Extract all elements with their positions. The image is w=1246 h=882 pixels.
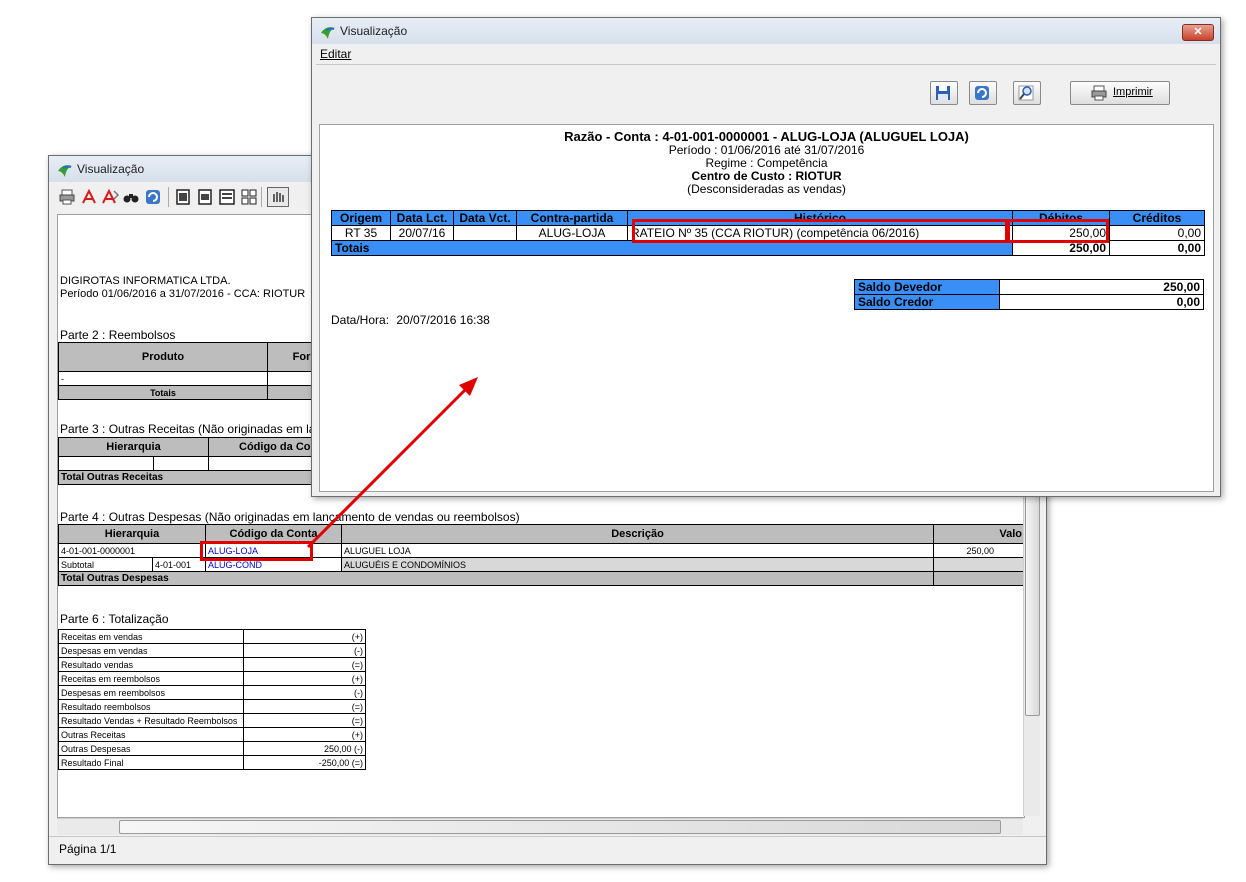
part4-col-descricao: Descrição xyxy=(341,524,935,544)
saldo-table: Saldo Devedor 250,00 Saldo Credor 0,00 xyxy=(854,279,1204,310)
saldo-devedor-value: 250,00 xyxy=(999,279,1204,295)
hand-tool-icon[interactable] xyxy=(267,187,289,207)
two-pages-icon[interactable] xyxy=(219,189,235,205)
highlight-box-debitos xyxy=(1005,219,1109,243)
highlight-box-historico xyxy=(632,219,1010,243)
single-page-icon[interactable] xyxy=(175,189,191,205)
part6-table: Receitas em vendas (+) Despesas em vendas… xyxy=(58,629,366,770)
datetime-value: 20/07/2016 16:38 xyxy=(396,313,490,327)
saldo-credor-value: 0,00 xyxy=(999,294,1204,310)
horizontal-scrollbar[interactable] xyxy=(57,818,1023,835)
back-window-title: Visualização xyxy=(77,162,145,176)
pdf-export-icon[interactable] xyxy=(101,189,119,205)
app-logo-icon xyxy=(58,165,72,177)
close-button[interactable]: ✕ xyxy=(1182,24,1214,41)
save-icon xyxy=(936,86,950,100)
part3-col-hierarquia: Hierarquia xyxy=(58,437,209,457)
company-name: DIGIROTAS INFORMATICA LTDA. xyxy=(60,275,231,287)
part4-col-valor: Valo xyxy=(933,524,1024,544)
print-button[interactable]: Imprimir xyxy=(1070,81,1170,105)
magnifier-icon xyxy=(1018,85,1034,101)
refresh-icon[interactable] xyxy=(145,189,161,205)
front-preview-window: Visualização ✕ Editar Imprimir Razão - C… xyxy=(311,17,1221,497)
front-window-title: Visualização xyxy=(340,24,408,38)
page-status: Página 1/1 xyxy=(59,842,117,856)
part2-totals: Totais xyxy=(58,385,268,400)
front-title-bar: Visualização ✕ xyxy=(312,18,1220,44)
report-cost-center: Centro de Custo : RIOTUR xyxy=(691,169,842,183)
multi-page-icon[interactable] xyxy=(241,189,257,205)
print-label: Imprimir xyxy=(1113,86,1153,98)
saldo-devedor-label: Saldo Devedor xyxy=(854,279,1000,295)
part4-col-hierarquia: Hierarquia xyxy=(58,524,207,544)
print-icon[interactable] xyxy=(59,189,75,205)
part4-title: Parte 4 : Outras Despesas (Não originada… xyxy=(60,510,520,524)
page-width-icon[interactable] xyxy=(197,189,213,205)
datetime-label: Data/Hora: xyxy=(331,313,390,327)
save-button[interactable] xyxy=(930,81,958,105)
printer-icon xyxy=(1091,85,1107,101)
app-logo-icon xyxy=(321,27,335,39)
report-account-title: Razão - Conta : 4-01-001-0000001 - ALUG-… xyxy=(564,129,969,144)
report-note: (Desconsideradas as vendas) xyxy=(687,182,846,196)
pdf-icon[interactable] xyxy=(81,189,97,205)
part3-title: Parte 3 : Outras Receitas (Não originada… xyxy=(60,422,316,436)
part6-title: Parte 6 : Totalização xyxy=(60,612,169,626)
datetime-line: Data/Hora: 20/07/2016 16:38 xyxy=(331,313,490,327)
col-contra-partida: Contra-partida xyxy=(516,210,628,226)
close-icon: ✕ xyxy=(1193,26,1203,38)
col-data-vct: Data Vct. xyxy=(453,210,517,226)
report-regime: Regime : Competência xyxy=(705,156,828,170)
find-icon[interactable] xyxy=(123,189,139,205)
col-data-lct: Data Lct. xyxy=(390,210,454,226)
col-creditos: Créditos xyxy=(1109,210,1205,226)
report-period: Período 01/06/2016 a 31/07/2016 - CCA: R… xyxy=(60,288,306,300)
front-toolbar: Imprimir xyxy=(316,64,1216,123)
menu-bar: Editar xyxy=(316,45,1216,63)
front-report-page: Razão - Conta : 4-01-001-0000001 - ALUG-… xyxy=(319,124,1214,492)
menu-editar[interactable]: Editar xyxy=(320,47,351,61)
saldo-credor-label: Saldo Credor xyxy=(854,294,1000,310)
col-origem: Origem xyxy=(331,210,391,226)
refresh-icon xyxy=(975,86,989,100)
zoom-button[interactable] xyxy=(1013,81,1041,105)
report-period: Período : 01/06/2016 até 31/07/2016 xyxy=(668,143,865,157)
part2-title: Parte 2 : Reembolsos xyxy=(60,328,176,342)
part2-col-produto: Produto xyxy=(58,342,268,372)
highlight-box-account xyxy=(200,541,313,561)
part4-total: Total Outras Despesas xyxy=(58,571,935,586)
refresh-button[interactable] xyxy=(969,81,997,105)
